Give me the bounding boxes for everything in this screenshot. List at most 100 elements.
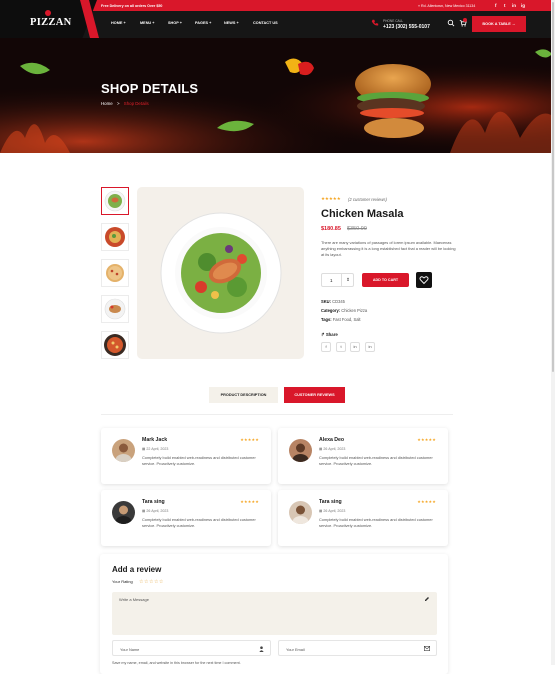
- salad-plate-image: [160, 212, 282, 334]
- nav-shop[interactable]: SHOP +: [168, 21, 182, 25]
- message-textarea[interactable]: Write a Message: [112, 592, 437, 635]
- review-date-value: 26 April, 2023: [146, 509, 169, 513]
- thumbnail-1[interactable]: [101, 187, 129, 215]
- thumbnail-5[interactable]: [101, 331, 129, 359]
- product-rating-stars: ★★★★★: [321, 196, 341, 201]
- review-count[interactable]: (2 customer reviews): [348, 197, 387, 202]
- share-facebook-icon[interactable]: f: [321, 342, 331, 352]
- share-instagram-icon[interactable]: in: [365, 342, 375, 352]
- pencil-icon: [425, 597, 429, 601]
- quantity-value[interactable]: 1: [330, 278, 333, 283]
- breadcrumb: Home > Shop Details: [101, 101, 149, 106]
- quantity-spin-icon[interactable]: ⇕: [341, 274, 354, 286]
- category-row: Category: Chicken Pizza: [321, 308, 367, 313]
- rating-input-stars[interactable]: ☆☆☆☆☆: [139, 579, 164, 585]
- review-card: Tara sing ★★★★★ ▦ 26 April, 2023 Complet…: [278, 490, 448, 546]
- review-date: ▦ 22 April, 2023: [142, 447, 169, 451]
- review-stars: ★★★★★: [417, 499, 436, 504]
- book-table-button[interactable]: BOOK A TABLE →: [472, 16, 526, 32]
- quantity-stepper[interactable]: 1 ⇕: [321, 273, 354, 287]
- hero-background: [0, 38, 555, 153]
- share-label: ↱ Share: [321, 332, 338, 338]
- review-card: Alexa Deo ★★★★★ ▦ 26 April, 2023 Complet…: [278, 428, 448, 484]
- breadcrumb-current: Shop Details: [123, 101, 149, 106]
- save-info-text[interactable]: Save my name, email, and website in this…: [112, 661, 241, 665]
- tab-customer-reviews[interactable]: CUSTOMER REVIEWS: [284, 387, 345, 403]
- instagram-icon[interactable]: ig: [521, 3, 525, 8]
- nav-news[interactable]: NEWS +: [224, 21, 239, 25]
- product-old-price: $350.99: [347, 226, 367, 232]
- share-linkedin-icon[interactable]: in: [350, 342, 360, 352]
- sku-row: SKU: CD345: [321, 299, 345, 304]
- review-stars: ★★★★★: [240, 499, 259, 504]
- review-date-value: 22 April, 2023: [146, 447, 169, 451]
- email-input[interactable]: Your Email: [278, 640, 437, 656]
- review-form-title: Add a review: [112, 565, 162, 574]
- thumbnail-2[interactable]: [101, 223, 129, 251]
- review-text: Completely build enabled web-readiness a…: [319, 455, 433, 467]
- review-date: ▦ 26 April, 2023: [319, 509, 346, 513]
- nav-contact[interactable]: CONTACT US: [253, 21, 278, 25]
- phone-icon: [371, 19, 379, 26]
- heart-icon: [419, 276, 429, 285]
- breadcrumb-separator: >: [116, 101, 120, 106]
- search-icon[interactable]: [447, 19, 455, 27]
- review-card: Tara sing ★★★★★ ▦ 26 April, 2023 Complet…: [101, 490, 271, 546]
- thumbnail-3[interactable]: [101, 259, 129, 287]
- message-placeholder: Write a Message: [119, 597, 149, 602]
- scrollbar-thumb[interactable]: [552, 2, 554, 372]
- review-text: Completely build enabled web-readiness a…: [319, 517, 433, 529]
- category-value[interactable]: Chicken Pizza: [341, 308, 367, 313]
- wishlist-button[interactable]: [416, 272, 432, 288]
- address-value: Rd. Allentown, New Mexico 31134: [421, 3, 476, 8]
- email-placeholder: Your Email: [286, 646, 305, 652]
- thumbnail-4[interactable]: [101, 295, 129, 323]
- nav-home[interactable]: HOME +: [111, 21, 126, 25]
- logo-mark-icon: [45, 10, 51, 16]
- avatar: [112, 501, 135, 524]
- reviewer-name: Mark Jack: [142, 437, 168, 443]
- share-twitter-icon[interactable]: t: [336, 342, 346, 352]
- tags-value[interactable]: Fast Food, Salt: [333, 317, 361, 322]
- review-date-value: 26 April, 2023: [323, 509, 346, 513]
- review-form: Add a review Your Rating ☆☆☆☆☆ Write a M…: [100, 554, 448, 674]
- hero-banner: [0, 38, 555, 153]
- share-icon: ↱: [321, 332, 325, 337]
- breadcrumb-home[interactable]: Home: [101, 101, 113, 106]
- name-input[interactable]: Your Name: [112, 640, 271, 656]
- sku-label: SKU:: [321, 299, 332, 304]
- linkedin-icon[interactable]: in: [512, 3, 516, 8]
- promo-text: Free Delivery on all orders Over $50: [101, 3, 163, 8]
- user-icon: [259, 646, 264, 652]
- review-text: Completely build enabled web-readiness a…: [142, 455, 256, 467]
- reviewer-name: Alexa Deo: [319, 437, 345, 443]
- add-to-cart-button[interactable]: ADD TO CART: [362, 273, 409, 287]
- review-card: Mark Jack ★★★★★ ▦ 22 April, 2023 Complet…: [101, 428, 271, 484]
- avatar: [112, 439, 135, 462]
- nav-menu[interactable]: MENU +: [140, 21, 154, 25]
- address-text: ⌖ Rd. Allentown, New Mexico 31134: [418, 3, 476, 8]
- review-date: ▦ 26 April, 2023: [142, 509, 169, 513]
- twitter-icon[interactable]: t: [504, 3, 506, 8]
- call-label: PHONE CALL: [383, 18, 404, 23]
- tags-row: Tags: Fast Food, Salt: [321, 317, 361, 322]
- logo[interactable]: PIZZAN: [30, 17, 71, 28]
- category-label: Category:: [321, 308, 341, 313]
- product-title: Chicken Masala: [321, 208, 404, 220]
- phone-number[interactable]: +123 (302) 555-0107: [383, 24, 430, 30]
- cart-badge: [463, 18, 467, 22]
- tags-label: Tags:: [321, 317, 332, 322]
- product-description: There are many variations of passages of…: [321, 240, 456, 258]
- name-placeholder: Your Name: [120, 646, 140, 652]
- review-date-value: 26 April, 2023: [323, 447, 346, 451]
- review-text: Completely build enabled web-readiness a…: [142, 517, 256, 529]
- nav-pages[interactable]: PAGES +: [195, 21, 211, 25]
- review-stars: ★★★★★: [240, 437, 259, 442]
- tab-product-description[interactable]: PRODUCT DESCRIPTION: [209, 387, 278, 403]
- envelope-icon: [424, 646, 430, 651]
- share-text: Share: [325, 332, 338, 337]
- review-date: ▦ 26 April, 2023: [319, 447, 346, 451]
- page-title: SHOP DETAILS: [101, 81, 199, 96]
- reviewer-name: Tara sing: [142, 499, 165, 505]
- facebook-icon[interactable]: f: [495, 3, 497, 8]
